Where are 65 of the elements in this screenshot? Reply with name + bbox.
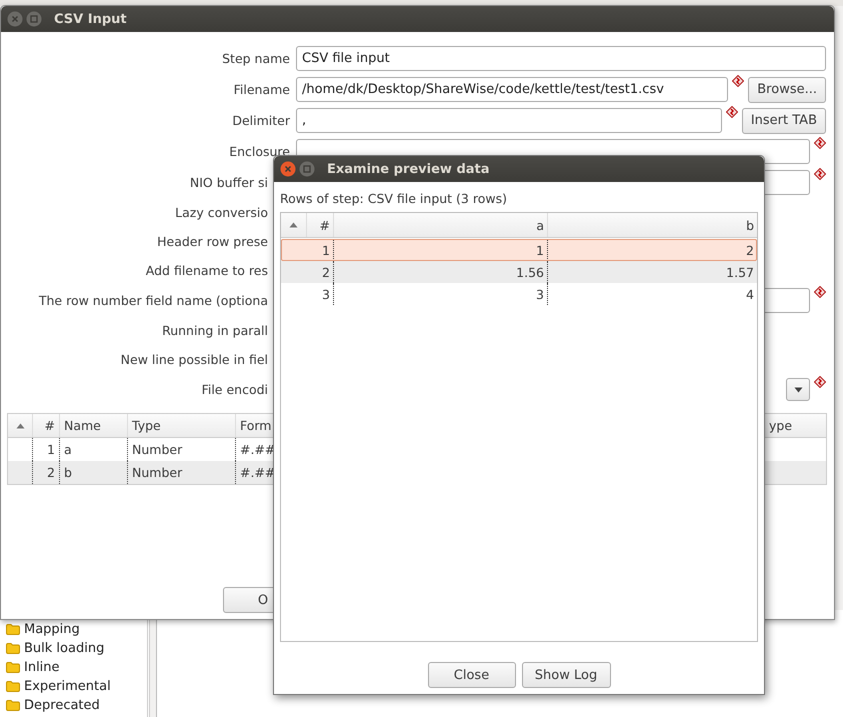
table-row[interactable]: 1 1 2 [281, 239, 757, 261]
table-cell: 1.57 [547, 261, 757, 283]
tree-item[interactable]: Deprecated [24, 698, 100, 713]
column-header[interactable]: Type [127, 414, 235, 437]
field-label: Delimiter [232, 113, 290, 128]
tree-item[interactable]: Inline [24, 660, 60, 675]
show-log-button[interactable]: Show Log [522, 662, 610, 688]
caption: Rows of step: CSV file input (3 rows) [280, 191, 507, 206]
text-field[interactable]: /home/dk/Desktop/ShareWise/code/kettle/test/test1.csv [296, 77, 728, 102]
folder-icon [6, 681, 20, 692]
field-label: NIO buffer si [190, 175, 268, 190]
field-label: The row number field name (optiona [38, 293, 268, 308]
folder-icon [6, 624, 20, 635]
table-cell-text: 1 [321, 242, 331, 260]
close-icon[interactable] [7, 11, 23, 27]
field-label: Header row prese [157, 234, 268, 249]
table-cell: b [59, 461, 127, 484]
field-label: Filename [234, 82, 290, 97]
sort-icon [289, 222, 298, 228]
field-label: Lazy conversio [175, 205, 268, 220]
table-cell: 1.56 [333, 261, 547, 283]
table-row[interactable]: 2 1.56 1.57 [281, 261, 757, 283]
dropdown-button[interactable] [786, 378, 810, 401]
folder-icon [6, 643, 20, 654]
table-cell-text: 2 [321, 264, 331, 282]
table-cell: 2 [32, 461, 59, 484]
field-label: File encodi [202, 382, 268, 397]
window-title: CSV Input [54, 12, 127, 26]
field-label: Enclosure [229, 144, 290, 159]
warning-icon [814, 376, 826, 388]
sort-icon [16, 422, 24, 428]
warning-icon [732, 74, 744, 86]
table-cell: Number [127, 461, 235, 484]
column-header[interactable]: # [306, 213, 333, 237]
text-field[interactable]: , [296, 108, 722, 133]
folder-icon [6, 662, 20, 673]
tree-item[interactable]: Mapping [24, 622, 80, 637]
tree-item[interactable]: Experimental [24, 679, 111, 694]
text-field[interactable]: CSV file input [296, 46, 826, 71]
field-label: Add filename to res [146, 263, 268, 278]
maximize-icon[interactable] [26, 11, 42, 27]
field-button[interactable]: Browse... [748, 76, 826, 102]
window-title: Examine preview data [327, 162, 490, 176]
field-label: New line possible in fiel [120, 352, 268, 367]
column-header[interactable]: b [547, 213, 757, 237]
table-cell: 3 [333, 283, 547, 305]
warning-icon [726, 106, 738, 118]
close-button[interactable]: Close [428, 662, 516, 688]
table-row[interactable]: 3 3 4 [281, 283, 757, 305]
column-header[interactable]: a [333, 213, 547, 237]
column-header[interactable]: # [32, 414, 59, 437]
tree-item[interactable]: Bulk loading [24, 641, 104, 656]
warning-icon [814, 286, 826, 298]
field-label: Running in parall [162, 323, 268, 338]
folder-icon [6, 700, 20, 711]
field-label: Step name [222, 51, 290, 66]
field-button[interactable]: Insert TAB [742, 108, 826, 134]
column-header[interactable]: Name [59, 414, 127, 437]
warning-icon [814, 137, 826, 149]
warning-icon [814, 168, 826, 180]
close-icon[interactable] [280, 161, 296, 177]
table-cell: 4 [547, 283, 757, 305]
maximize-icon[interactable] [299, 161, 315, 177]
caret-icon [794, 386, 802, 392]
table-cell-text: 3 [321, 286, 331, 304]
